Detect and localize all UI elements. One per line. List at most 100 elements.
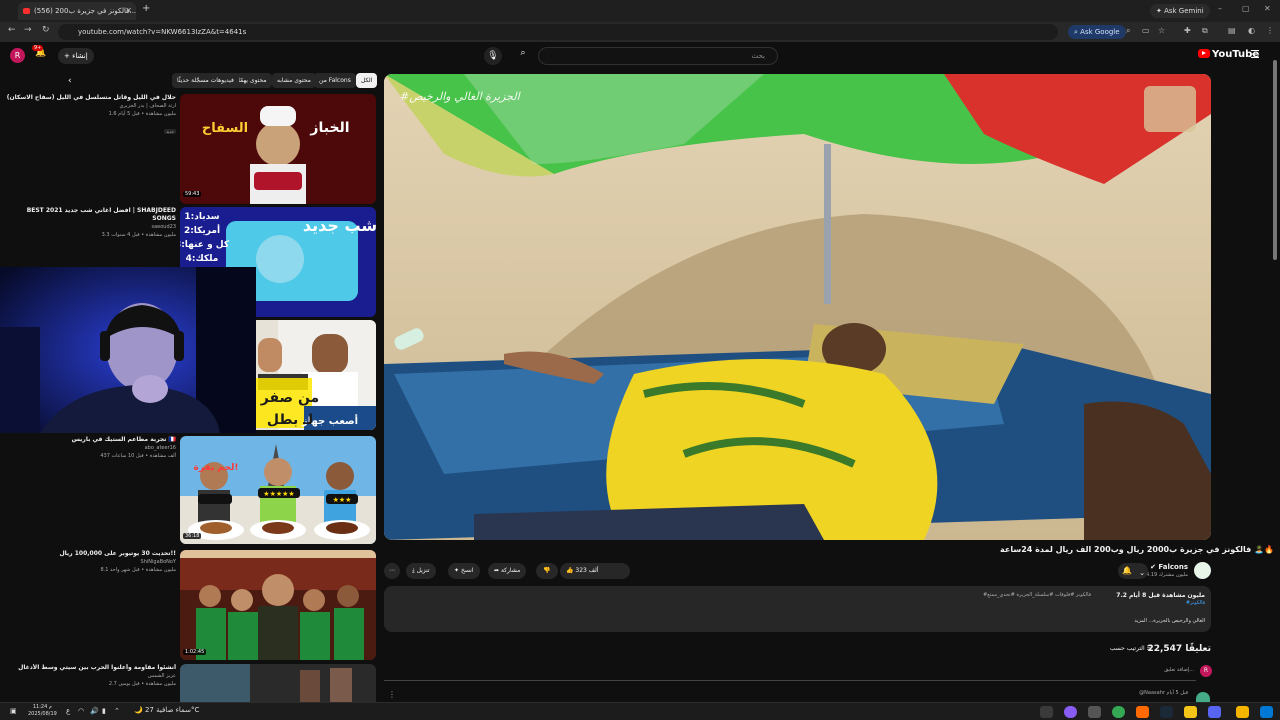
video-meta: تجربة مطاعم الستيك في باريس 🇫🇷 abo_ateer… (6, 436, 176, 460)
sort-comments-button[interactable]: الترتيب حسب ☰ (1040, 645, 1152, 652)
weather-widget[interactable]: 🌙 سماء صافية 27°C (134, 706, 199, 714)
app-icon-file-explorer[interactable] (1236, 706, 1249, 718)
video-title[interactable]: BEST 2021 افضل اغاني شب جديد | SHABJDEED… (6, 207, 176, 223)
channel-avatar[interactable] (1194, 562, 1211, 579)
search-input[interactable]: بحث (538, 47, 778, 65)
add-comment-input[interactable]: إضافة تعليق... (1000, 667, 1194, 673)
puzzle-icon[interactable]: ⧉ (1202, 26, 1208, 36)
url-field[interactable]: youtube.com/watch?v=NKW6613IzZA&t=4641s (58, 24, 1058, 40)
search-icon[interactable]: ⌕ (1126, 26, 1130, 36)
subscription-bell-button[interactable]: 🔔 ⌄ (1118, 563, 1148, 579)
comment-author[interactable]: @Naasahr قبل 5 أيام (1100, 690, 1188, 696)
profile-icon[interactable]: ◐ (1248, 26, 1255, 35)
channel-name[interactable]: ShiNigaBoNoY (6, 558, 176, 566)
app-icon-steam[interactable] (1160, 706, 1173, 718)
comment-menu-icon[interactable]: ⋮ (388, 690, 396, 699)
video-title[interactable]: تجربة مطاعم الستيك في باريس 🇫🇷 (6, 436, 176, 444)
taskbar-clock[interactable]: 11:24 م 2025/08/19 (28, 704, 57, 718)
description-hashtag-link[interactable]: #فالكونز (1186, 600, 1205, 606)
list-item[interactable]: 1:02:45 تحديت 30 يوتيوبر على 100,000 ريا… (0, 550, 380, 660)
video-player[interactable] (384, 74, 1211, 540)
bookmark-star-icon[interactable]: ☆ (1158, 26, 1165, 35)
language-indicator[interactable]: ع (66, 707, 70, 715)
app-icon-obs[interactable] (1064, 706, 1077, 718)
scrollbar-thumb[interactable] (1273, 60, 1277, 260)
chip-recently-uploaded[interactable]: فيديوهات مسجّلة حديثًا (172, 73, 239, 88)
page-scrollbar[interactable] (1272, 46, 1278, 702)
list-item[interactable]: أنشئوا مقاومة وأعلنوا الحرب بين سيتي وسط… (0, 664, 380, 702)
share-button[interactable]: ➦ مشاركة (488, 563, 527, 579)
chip-similar[interactable]: محتوى مشابه (272, 73, 316, 88)
video-thumbnail[interactable]: الخباز السفاح (180, 94, 376, 204)
extensions-icon[interactable]: ✚ (1184, 26, 1191, 35)
voice-search-mic-icon[interactable]: 🎙 (484, 47, 502, 65)
sparkle-icon: ✦ (454, 567, 460, 574)
notification-center-icon[interactable]: ▣ (10, 707, 17, 715)
video-stats: 2.7 مليون مشاهدة • قبل يومين (108, 681, 176, 687)
browser-tab[interactable]: (556) فالكونز في جزيرة ب200... ✕ (18, 2, 136, 20)
back-arrow-icon[interactable]: ← (8, 25, 16, 35)
close-tab-icon[interactable]: ✕ (125, 2, 132, 20)
clip-button[interactable]: ✦ انسخ (448, 563, 480, 579)
list-item[interactable]: ★★★★★ ★★★ لحم بقرة! 36:18 تجربة مطاعم ال… (0, 436, 380, 544)
sort-icon: ☰ (1146, 645, 1152, 652)
app-icon-chrome[interactable] (1112, 706, 1125, 718)
like-button[interactable]: 👍 323 ألف (560, 563, 630, 579)
video-title[interactable]: أنشئوا مقاومة وأعلنوا الحرب بين سيتي وسط… (6, 664, 176, 672)
ask-google-button[interactable]: ⌕ Ask Google (1068, 25, 1126, 39)
video-stats: 8.1 مليون مشاهدة • قبل شهر واحد (100, 567, 176, 573)
description-hashtags[interactable]: #فالكونز #فلوقات #سلسلة_الجزيرة #تحدي_مم… (983, 592, 1091, 598)
forward-arrow-icon[interactable]: → (24, 25, 32, 35)
dislike-button[interactable]: 👎 (536, 563, 558, 579)
volume-icon[interactable]: 🔊 (90, 707, 99, 715)
close-window-button[interactable]: ✕ (1264, 4, 1271, 13)
reload-icon[interactable]: ↻ (42, 25, 50, 35)
thumbnail-image (180, 664, 376, 702)
battery-icon[interactable]: ▮ (102, 707, 106, 715)
video-title-main: فالكونز في جزيرة ب2000 ريال وب200 الف ري… (1000, 545, 1274, 554)
create-button[interactable]: + إنشاء (58, 48, 94, 64)
video-thumbnail[interactable] (180, 550, 376, 660)
description-snippet[interactable]: الغالي والرخيص بالجزيرة... المزيد (1134, 618, 1205, 624)
browser-menu-icon[interactable]: ⋮ (1266, 26, 1274, 35)
search-button[interactable]: ⌕ (514, 48, 532, 64)
tray-overflow-chevron-icon[interactable]: ⌃ (114, 707, 120, 715)
hamburger-menu-icon[interactable]: ☰ (1250, 48, 1260, 61)
start-windows-icon[interactable] (1260, 706, 1273, 718)
avatar[interactable]: R (10, 48, 25, 63)
notifications-bell-icon[interactable]: 🔔 9+ (32, 45, 46, 58)
svg-text:لـ بطل: لـ بطل (267, 412, 313, 428)
app-icon-terminal[interactable] (1040, 706, 1053, 718)
video-title[interactable]: حلال في الليل وقاتل متسلسل في الليل (سفا… (6, 94, 176, 102)
channel-name[interactable]: عزيز الشمس (6, 672, 176, 680)
app-icon-folder[interactable] (1184, 706, 1197, 718)
video-title[interactable]: تحديت 30 يوتيوبر على 100,000 ريال!! (6, 550, 176, 558)
svg-text:لحم بقرة!: لحم بقرة! (194, 463, 239, 473)
streamer-webcam-overlay (0, 267, 256, 433)
chip-all[interactable]: الكل (356, 73, 378, 88)
chip-from-falcons[interactable]: من Falcons (314, 73, 356, 88)
video-meta: حلال في الليل وقاتل متسلسل في الليل (سفا… (6, 94, 176, 137)
list-item[interactable]: الخباز السفاح 59:43 حلال في الليل وقاتل … (0, 94, 380, 204)
channel-name[interactable]: abo_ateer16 (6, 444, 176, 452)
channel-name[interactable]: ارثة الصحاف | بدر الجزيري (6, 102, 177, 110)
minimize-window-button[interactable]: – (1218, 4, 1222, 13)
app-icon-firefox[interactable] (1136, 706, 1149, 718)
thumbnail-image: الخباز السفاح (180, 94, 376, 204)
sidebar-icon[interactable]: ▤ (1228, 26, 1236, 35)
video-meta: BEST 2021 افضل اغاني شب جديد | SHABJDEED… (6, 207, 176, 239)
ask-gemini-button[interactable]: ✦ Ask Gemini (1150, 4, 1210, 18)
cast-icon[interactable]: ▭ (1142, 26, 1150, 35)
new-tab-button[interactable]: + (142, 3, 150, 14)
app-icon-discord[interactable] (1208, 706, 1221, 718)
app-icon-capture[interactable] (1088, 706, 1101, 718)
video-thumbnail[interactable] (180, 664, 376, 702)
description-box[interactable]: 7.2 مليون مشاهدة قبل 8 أيام #فالكونز #فل… (384, 586, 1211, 632)
maximize-window-button[interactable]: ▢ (1242, 4, 1250, 13)
more-actions-button[interactable]: ⋯ (384, 563, 400, 579)
video-thumbnail[interactable]: ★★★★★ ★★★ لحم بقرة! (180, 436, 376, 544)
comment-author-avatar[interactable] (1196, 692, 1210, 702)
download-button[interactable]: ⤓ تنزيل (406, 563, 436, 579)
channel-name[interactable]: saeoud23 (6, 223, 176, 231)
wifi-icon[interactable]: ◠ (78, 707, 84, 715)
